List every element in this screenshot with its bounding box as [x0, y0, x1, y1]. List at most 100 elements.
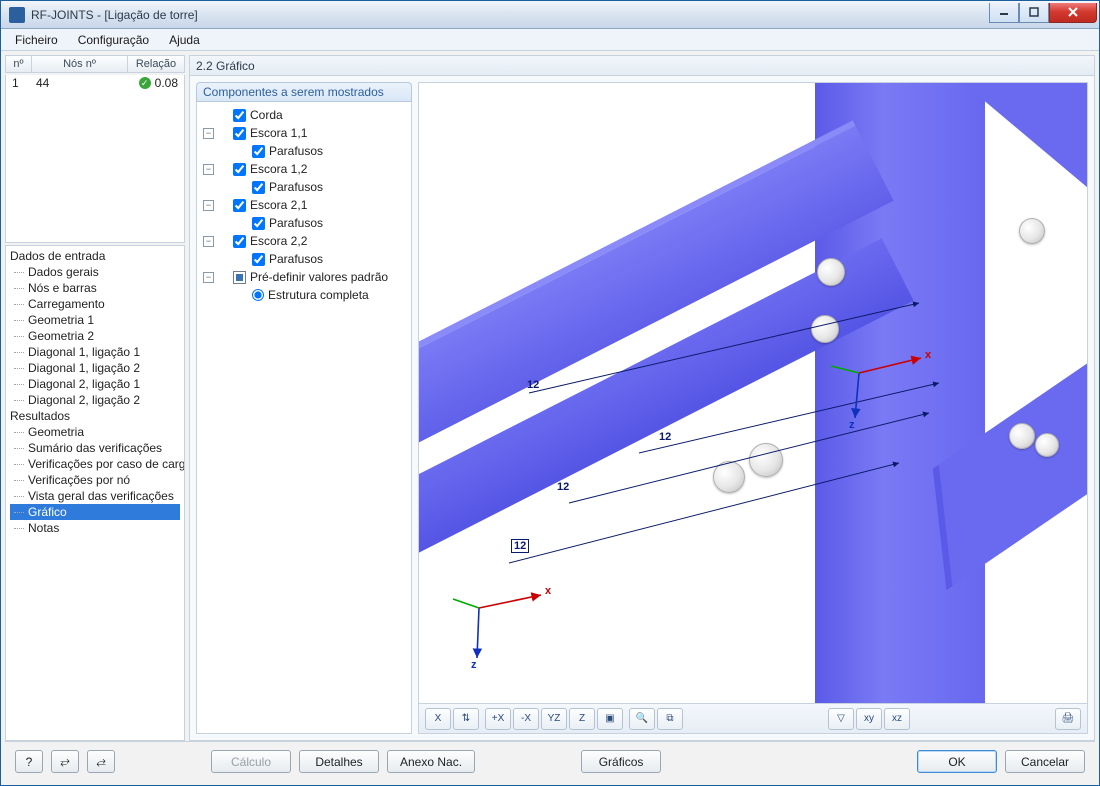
- axes-xy-button[interactable]: xy: [856, 708, 882, 730]
- close-button[interactable]: [1049, 3, 1097, 23]
- view-front-button[interactable]: X: [425, 708, 451, 730]
- minimize-button[interactable]: [989, 3, 1019, 23]
- chk-escora12[interactable]: [233, 163, 246, 176]
- dim-label: 12: [659, 431, 671, 443]
- calculate-button[interactable]: Cálculo: [211, 750, 291, 773]
- axis-x-label-2: x: [545, 585, 551, 597]
- nav-item[interactable]: Diagonal 1, ligação 2: [10, 360, 180, 376]
- view-plus-x-button[interactable]: +X: [485, 708, 511, 730]
- view-z-button[interactable]: Z: [569, 708, 595, 730]
- app-icon: [9, 7, 25, 23]
- left-panel: nº Nós nº Relação 1 44 ✓ 0.08 Dad: [5, 55, 185, 741]
- case-grid[interactable]: 1 44 ✓ 0.08: [5, 75, 185, 243]
- client-area: nº Nós nº Relação 1 44 ✓ 0.08 Dad: [1, 51, 1099, 785]
- menu-config[interactable]: Configuração: [70, 31, 157, 49]
- axis-x-label: x: [925, 349, 931, 361]
- menu-help[interactable]: Ajuda: [161, 31, 208, 49]
- lbl-parafusos-11: Parafusos: [269, 144, 323, 158]
- view-minus-x-button[interactable]: -X: [513, 708, 539, 730]
- import-button[interactable]: ⥂: [51, 750, 79, 773]
- nav-item[interactable]: Nós e barras: [10, 280, 180, 296]
- bolt-icon: [713, 461, 745, 493]
- navigation-tree[interactable]: Dados de entrada Dados geraisNós e barra…: [5, 245, 185, 741]
- col-nodes[interactable]: Nós nº: [32, 56, 128, 72]
- nav-item[interactable]: Geometria 2: [10, 328, 180, 344]
- lbl-escora12: Escora 1,2: [250, 162, 307, 176]
- graphics-button[interactable]: Gráficos: [581, 750, 661, 773]
- nav-item[interactable]: Carregamento: [10, 296, 180, 312]
- nav-item[interactable]: Gráfico: [10, 504, 180, 520]
- col-no[interactable]: nº: [6, 56, 32, 72]
- chk-predef-indeterminate[interactable]: [233, 271, 246, 284]
- help-button[interactable]: ?: [15, 750, 43, 773]
- chk-escora21[interactable]: [233, 199, 246, 212]
- cancel-button[interactable]: Cancelar: [1005, 750, 1085, 773]
- dim-label-boxed: 12: [511, 539, 529, 553]
- table-row[interactable]: 1 44 ✓ 0.08: [6, 75, 184, 91]
- national-annex-button[interactable]: Anexo Nac.: [387, 750, 475, 773]
- lbl-parafusos-21: Parafusos: [269, 216, 323, 230]
- nav-header-input: Dados de entrada: [10, 248, 180, 264]
- nav-item[interactable]: Diagonal 2, ligação 2: [10, 392, 180, 408]
- chk-escora22[interactable]: [233, 235, 246, 248]
- chk-escora11[interactable]: [233, 127, 246, 140]
- cell-nodes: 44: [32, 76, 128, 90]
- lbl-parafusos-12: Parafusos: [269, 180, 323, 194]
- details-button[interactable]: Detalhes: [299, 750, 379, 773]
- chk-parafusos-22[interactable]: [252, 253, 265, 266]
- print-button[interactable]: 🖨: [1055, 708, 1081, 730]
- lbl-estrutura: Estrutura completa: [268, 288, 369, 302]
- nav-item[interactable]: Geometria: [10, 424, 180, 440]
- col-ratio[interactable]: Relação: [128, 56, 184, 72]
- nav-header-results: Resultados: [10, 408, 180, 424]
- bolt-icon: [817, 258, 845, 286]
- collapse-icon[interactable]: −: [203, 164, 214, 175]
- collapse-icon[interactable]: −: [203, 128, 214, 139]
- collapse-icon[interactable]: −: [203, 200, 214, 211]
- maximize-button[interactable]: [1019, 3, 1049, 23]
- nav-item[interactable]: Dados gerais: [10, 264, 180, 280]
- bolt-icon: [1009, 423, 1035, 449]
- titlebar[interactable]: RF-JOINTS - [Ligação de torre]: [1, 1, 1099, 29]
- cell-no: 1: [6, 76, 32, 90]
- lbl-escora22: Escora 2,2: [250, 234, 307, 248]
- chk-parafusos-12[interactable]: [252, 181, 265, 194]
- copy-view-button[interactable]: ⧉: [657, 708, 683, 730]
- axis-z-label: z: [849, 419, 855, 431]
- nav-item[interactable]: Notas: [10, 520, 180, 536]
- nav-item[interactable]: Diagonal 2, ligação 1: [10, 376, 180, 392]
- nav-item[interactable]: Sumário das verificações: [10, 440, 180, 456]
- bolt-icon: [1035, 433, 1059, 457]
- filter-button[interactable]: ▽: [828, 708, 854, 730]
- menu-file[interactable]: Ficheiro: [7, 31, 66, 49]
- lbl-escora11: Escora 1,1: [250, 126, 307, 140]
- ok-button[interactable]: OK: [917, 750, 997, 773]
- dim-label: 12: [557, 481, 569, 493]
- chk-corda[interactable]: [233, 109, 246, 122]
- radio-estrutura[interactable]: [252, 289, 264, 301]
- lbl-parafusos-22: Parafusos: [269, 252, 323, 266]
- bolt-icon: [1019, 218, 1045, 244]
- nav-item[interactable]: Verificações por caso de carga: [10, 456, 180, 472]
- collapse-icon[interactable]: −: [203, 236, 214, 247]
- axes-xz-button[interactable]: xz: [884, 708, 910, 730]
- nav-item[interactable]: Verificações por nó: [10, 472, 180, 488]
- export-button[interactable]: ⥄: [87, 750, 115, 773]
- application-window: RF-JOINTS - [Ligação de torre] Ficheiro …: [0, 0, 1100, 786]
- 3d-canvas[interactable]: 12 12 12 12 x z x z: [419, 83, 1087, 703]
- components-tree[interactable]: Corda −Escora 1,1 Parafusos −Escora 1,2 …: [196, 102, 412, 734]
- nav-item[interactable]: Vista geral das verificações: [10, 488, 180, 504]
- view-back-button[interactable]: ⇅: [453, 708, 479, 730]
- zoom-button[interactable]: 🔍: [629, 708, 655, 730]
- collapse-icon[interactable]: −: [203, 272, 214, 283]
- nav-item[interactable]: Geometria 1: [10, 312, 180, 328]
- pane-title: 2.2 Gráfico: [190, 56, 1094, 76]
- components-panel: Componentes a serem mostrados Corda −Esc…: [196, 82, 412, 734]
- view-iso-button[interactable]: ▣: [597, 708, 623, 730]
- chk-parafusos-21[interactable]: [252, 217, 265, 230]
- axis-z-label-2: z: [471, 659, 477, 671]
- view-yz-button[interactable]: YZ: [541, 708, 567, 730]
- nav-item[interactable]: Diagonal 1, ligação 1: [10, 344, 180, 360]
- menubar: Ficheiro Configuração Ajuda: [1, 29, 1099, 51]
- chk-parafusos-11[interactable]: [252, 145, 265, 158]
